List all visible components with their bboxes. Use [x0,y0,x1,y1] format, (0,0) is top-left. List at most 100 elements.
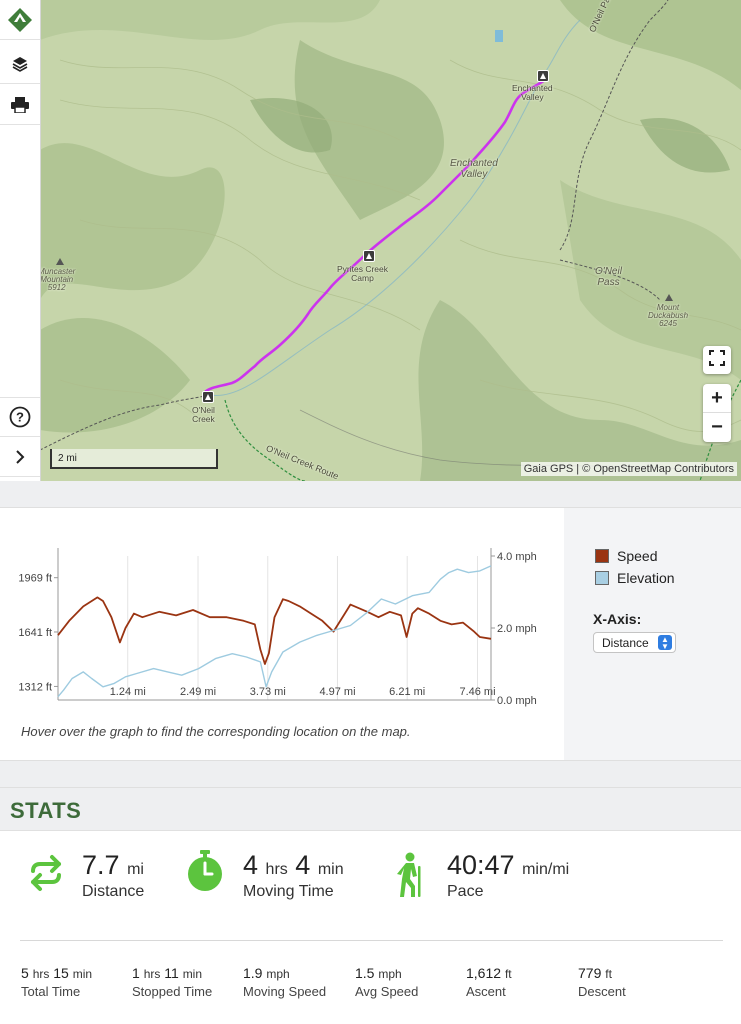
right-tick-label: 4.0 mph [497,551,537,563]
map-toolbar: ? [0,0,41,481]
fullscreen-icon [709,349,725,372]
left-tick-label: 1641 ft [18,627,52,639]
map-label-oneil-pass: O'Neil Pass [595,266,622,288]
stat-stopped-time-hours: 1 [132,965,140,981]
stat-pace-label: Pace [447,883,484,900]
x-tick-label: 3.73 mi [250,686,286,698]
stat-descent-value: 779 [578,965,602,981]
stat-stopped-time-hours-unit: hrs [143,967,161,981]
stat-avg-speed: 1.5 mph Avg Speed [355,965,418,999]
stat-stopped-time: 1 hrs 11 min Stopped Time [132,965,212,999]
chart-options: Speed Elevation X-Axis: Distance ▲ ▼ [564,508,741,760]
fullscreen-button[interactable] [703,346,731,374]
right-tick-label: 0.0 mph [497,695,537,707]
layers-icon[interactable] [0,44,40,84]
series-line-elevation [57,565,492,698]
stat-total-time-label: Total Time [21,984,81,999]
chevron-right-icon[interactable] [0,437,40,477]
map-canvas[interactable] [0,0,741,481]
stat-moving-speed: 1.9 mph Moving Speed [243,965,326,999]
hiker-icon [396,852,424,903]
map-label-mount-duckabush: Mount Duckabush 6245 [648,303,689,328]
stat-moving-speed-unit: mph [266,967,290,981]
zoom-controls: + − [703,384,731,442]
stats-title: STATS [10,798,82,823]
stat-avg-speed-label: Avg Speed [355,984,419,999]
stat-total-time-hours: 5 [21,965,29,981]
stat-total-time-mins-unit: min [72,967,93,981]
peak-icon [56,258,64,265]
stopwatch-icon [186,850,224,897]
campsite-icon[interactable] [363,250,375,262]
stats-divider [20,940,723,941]
peak-icon [665,294,673,301]
stat-total-time: 5 hrs 15 min Total Time [21,965,92,999]
stat-pace-unit: min/mi [522,861,570,878]
map-label-enchanted-valley-camp: Enchanted Valley [512,83,553,102]
map-label-enchanted-valley-area: Enchanted Valley [450,158,498,180]
map-label-muncaster-mountain: Muncaster Mountain 5912 [38,267,76,292]
stat-distance-label: Distance [82,883,145,900]
stat-pace: 40:47 min/mi Pace [447,850,569,901]
stat-ascent-unit: ft [504,967,512,981]
legend-swatch-speed [595,549,609,563]
x-tick-label: 6.21 mi [389,686,425,698]
left-tick-label: 1969 ft [18,573,52,585]
x-tick-label: 7.46 mi [459,686,495,698]
stat-moving-speed-value: 1.9 [243,965,263,981]
map-panel[interactable]: Enchanted Valley Enchanted Valley Pyrite… [0,0,741,481]
x-tick-label: 4.97 mi [319,686,355,698]
stat-moving-time-mins-unit: min [317,861,344,878]
stats-header: STATS [0,788,741,831]
legend-label-speed: Speed [617,548,658,564]
print-icon[interactable] [0,85,40,125]
swap-arrows-icon [28,854,64,897]
elevation-speed-chart[interactable]: 1.24 mi 2.49 mi 3.73 mi 4.97 mi 6.21 mi 7.46 … [0,538,564,738]
gaia-logo-icon[interactable] [0,0,40,40]
svg-text:?: ? [16,410,24,425]
legend-item-speed: Speed [595,548,657,564]
stat-distance-value: 7.7 [82,850,120,880]
stat-ascent: 1,612 ft Ascent [466,965,512,999]
chart-hover-hint: Hover over the graph to find the corresp… [21,724,411,739]
stat-moving-time: 4 hrs 4 min Moving Time [243,850,344,901]
stat-total-time-hours-unit: hrs [32,967,50,981]
x-tick-label: 2.49 mi [180,686,216,698]
map-attribution[interactable]: Gaia GPS | © OpenStreetMap Contributors [520,462,737,476]
scale-bar: 2 mi [50,449,218,469]
campsite-icon[interactable] [202,391,214,403]
right-tick-label: 2.0 mph [497,623,537,635]
stat-ascent-value: 1,612 [466,965,502,981]
stat-pace-value: 40:47 [447,850,515,880]
xaxis-select[interactable]: Distance ▲ ▼ [593,632,676,653]
zoom-in-button[interactable]: + [703,384,731,413]
stat-moving-time-mins: 4 [295,850,311,880]
help-icon[interactable]: ? [0,397,40,437]
stat-descent-label: Descent [578,984,626,999]
stat-stopped-time-mins-unit: min [182,967,203,981]
stats-card: STATS 7.7 mi Distance 4 hrs 4 min Moving… [0,787,741,1024]
legend-label-elevation: Elevation [617,570,675,586]
campsite-icon[interactable] [537,70,549,82]
stat-stopped-time-mins: 11 [164,965,179,981]
stat-moving-time-hours-unit: hrs [265,861,288,878]
scale-label: 2 mi [58,453,77,464]
stat-moving-time-hours: 4 [243,850,259,880]
stat-total-time-mins: 15 [53,965,69,981]
stat-moving-time-label: Moving Time [243,883,334,900]
stat-distance: 7.7 mi Distance [82,850,144,901]
legend-item-elevation: Elevation [595,570,675,586]
xaxis-label: X-Axis: [593,611,642,627]
map-label-pyrites-creek-camp: Pyrites Creek Camp [337,264,389,283]
stat-distance-unit: mi [127,861,144,878]
x-tick-label: 1.24 mi [110,686,146,698]
select-arrows-icon: ▲ ▼ [658,635,672,651]
xaxis-select-value: Distance [602,636,649,650]
legend-swatch-elevation [595,571,609,585]
stat-moving-speed-label: Moving Speed [243,984,327,999]
zoom-out-button[interactable]: − [703,413,731,442]
stat-stopped-time-label: Stopped Time [132,984,213,999]
series-line-speed [57,596,492,665]
stat-descent: 779 ft Descent [578,965,626,999]
map-label-oneil-creek: O'Neil Creek [192,405,215,424]
